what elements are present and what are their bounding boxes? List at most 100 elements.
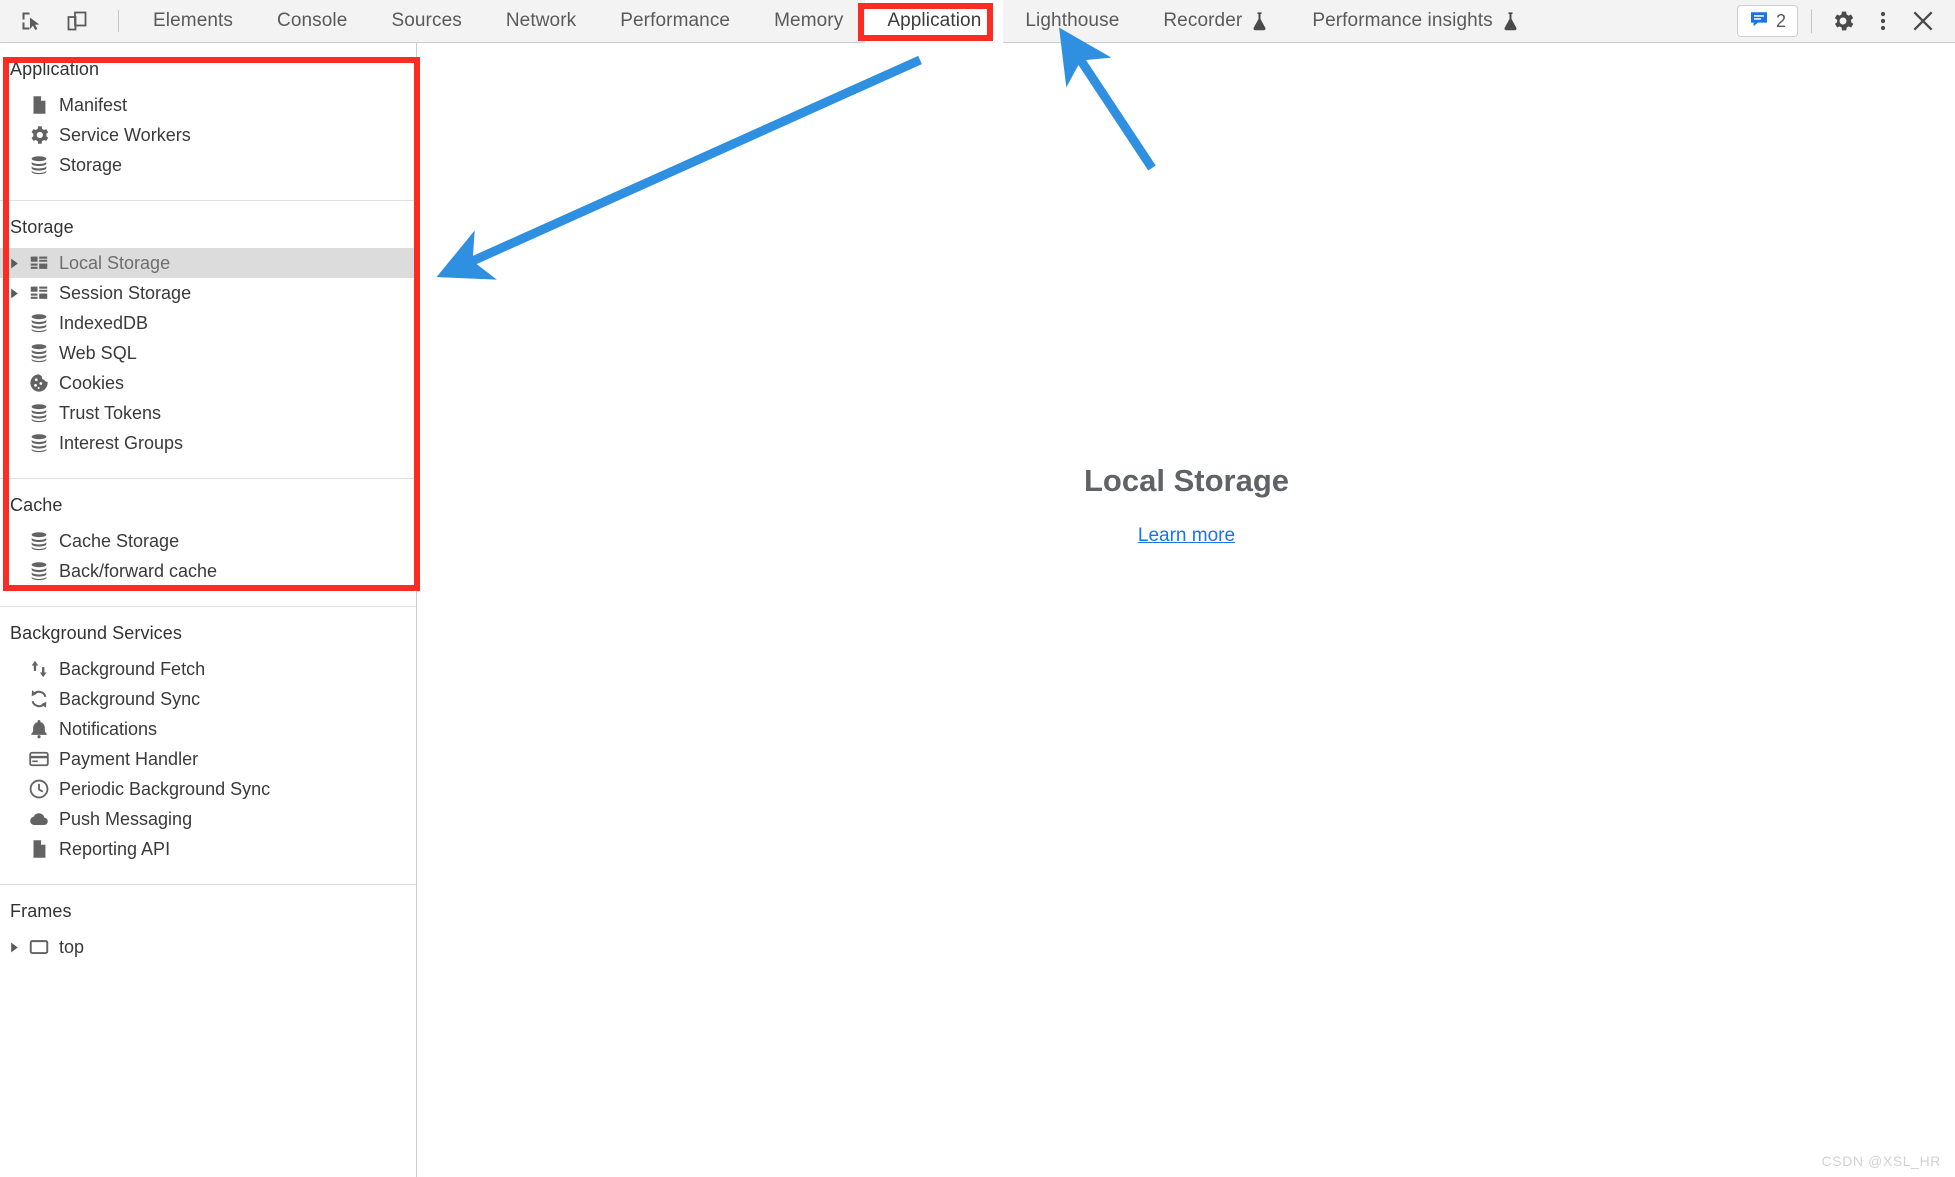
table-icon bbox=[28, 282, 50, 304]
tab-console[interactable]: Console bbox=[255, 0, 369, 43]
sidebar-item-label: Background Sync bbox=[59, 689, 201, 709]
page-title: Local Storage bbox=[1084, 463, 1289, 498]
sidebar-item-service-workers[interactable]: Service Workers bbox=[0, 120, 416, 150]
sidebar-item-indexeddb[interactable]: IndexedDB bbox=[0, 308, 416, 338]
tab-elements[interactable]: Elements bbox=[131, 0, 255, 43]
more-options-icon[interactable] bbox=[1865, 3, 1901, 39]
sidebar-item-web-sql[interactable]: Web SQL bbox=[0, 338, 416, 368]
updown-arrows-icon bbox=[28, 658, 50, 680]
sidebar-section-application: Application Manifest Service Workers Stora… bbox=[0, 43, 416, 188]
sidebar-item-label: Cache Storage bbox=[59, 531, 180, 551]
toolbar-divider bbox=[118, 10, 119, 32]
sidebar-item-label: Back/forward cache bbox=[59, 561, 218, 581]
database-icon bbox=[28, 312, 50, 334]
application-sidebar[interactable]: Application Manifest Service Workers Stora… bbox=[0, 43, 417, 1177]
sidebar-item-local-storage[interactable]: Local Storage bbox=[0, 248, 416, 278]
sidebar-item-trust-tokens[interactable]: Trust Tokens bbox=[0, 398, 416, 428]
sidebar-section-frames: Frames top bbox=[0, 885, 416, 970]
sidebar-item-label: Periodic Background Sync bbox=[59, 779, 271, 799]
sidebar-item-manifest[interactable]: Manifest bbox=[0, 90, 416, 120]
sidebar-item-push-messaging[interactable]: Push Messaging bbox=[0, 804, 416, 834]
sidebar-item-label: Reporting API bbox=[59, 839, 171, 859]
sidebar-item-storage[interactable]: Storage bbox=[0, 150, 416, 180]
tab-application[interactable]: Application bbox=[865, 0, 1004, 43]
document-icon bbox=[28, 94, 50, 116]
issues-badge[interactable]: 2 bbox=[1736, 5, 1798, 37]
section-title: Storage bbox=[10, 217, 74, 237]
toolbar-left-icons bbox=[0, 4, 131, 38]
cookie-icon bbox=[28, 372, 50, 394]
database-icon bbox=[28, 342, 50, 364]
gear-icon[interactable] bbox=[1825, 3, 1861, 39]
tab-label: Network bbox=[505, 10, 577, 31]
database-icon bbox=[28, 432, 50, 454]
expand-triangle-icon[interactable] bbox=[6, 939, 22, 955]
sidebar-item-label: Interest Groups bbox=[59, 433, 184, 453]
sidebar-item-background-sync[interactable]: Background Sync bbox=[0, 684, 416, 714]
database-icon bbox=[28, 530, 50, 552]
sidebar-item-label: IndexedDB bbox=[59, 313, 149, 333]
experimental-flask-icon bbox=[1502, 11, 1519, 31]
sidebar-item-cache-storage[interactable]: Cache Storage bbox=[0, 526, 416, 556]
issues-message-icon bbox=[1749, 9, 1769, 34]
tab-recorder[interactable]: Recorder bbox=[1141, 0, 1290, 43]
issues-count: 2 bbox=[1775, 10, 1786, 31]
sidebar-item-label: Web SQL bbox=[59, 343, 137, 363]
sidebar-item-notifications[interactable]: Notifications bbox=[0, 714, 416, 744]
watermark: CSDN @XSL_HR bbox=[1821, 1153, 1941, 1169]
sidebar-item-top[interactable]: top bbox=[0, 932, 416, 962]
devtools-toolbar: Elements Console Sources Network Performance… bbox=[0, 0, 1955, 43]
section-title: Background Services bbox=[10, 623, 182, 643]
sidebar-item-background-fetch[interactable]: Background Fetch bbox=[0, 654, 416, 684]
tab-label: Application bbox=[887, 10, 982, 31]
empty-state-view: Local Storage Learn more bbox=[418, 463, 1955, 547]
learn-more-link[interactable]: Learn more bbox=[1138, 525, 1235, 547]
sidebar-section-background-services: Background Services Background Fetch Back… bbox=[0, 607, 416, 872]
panel-tabs: Elements Console Sources Network Performance… bbox=[131, 0, 1541, 43]
sidebar-item-cookies[interactable]: Cookies bbox=[0, 368, 416, 398]
sidebar-item-label: Trust Tokens bbox=[59, 403, 162, 423]
tab-network[interactable]: Network bbox=[484, 0, 598, 43]
section-title: Frames bbox=[10, 901, 72, 921]
tab-label: Recorder bbox=[1163, 10, 1243, 31]
sidebar-item-interest-groups[interactable]: Interest Groups bbox=[0, 428, 416, 458]
tab-label: Console bbox=[277, 10, 348, 31]
sidebar-item-label: Background Fetch bbox=[59, 659, 206, 679]
sidebar-item-label: Manifest bbox=[59, 95, 128, 115]
sidebar-item-reporting-api[interactable]: Reporting API bbox=[0, 834, 416, 864]
table-icon bbox=[28, 252, 50, 274]
experimental-flask-icon bbox=[1251, 11, 1268, 31]
tab-performance-insights[interactable]: Performance insights bbox=[1290, 0, 1540, 43]
expand-triangle-icon[interactable] bbox=[6, 285, 22, 301]
expand-triangle-icon[interactable] bbox=[6, 255, 22, 271]
tab-sources[interactable]: Sources bbox=[369, 0, 483, 43]
sidebar-item-payment-handler[interactable]: Payment Handler bbox=[0, 744, 416, 774]
tab-lighthouse[interactable]: Lighthouse bbox=[1003, 0, 1141, 43]
inspect-element-icon[interactable] bbox=[14, 4, 48, 38]
sidebar-item-label: Notifications bbox=[59, 719, 158, 739]
clock-icon bbox=[28, 778, 50, 800]
gear-icon bbox=[28, 124, 50, 146]
tab-label: Performance bbox=[620, 10, 731, 31]
sidebar-item-label: Session Storage bbox=[59, 283, 192, 303]
close-icon[interactable] bbox=[1905, 3, 1941, 39]
sidebar-item-back-forward-cache[interactable]: Back/forward cache bbox=[0, 556, 416, 586]
device-toolbar-icon[interactable] bbox=[60, 4, 94, 38]
sidebar-item-session-storage[interactable]: Session Storage bbox=[0, 278, 416, 308]
toolbar-right-actions: 2 bbox=[1736, 3, 1955, 39]
sidebar-section-storage: Storage Local Storage Session Storage In… bbox=[0, 201, 416, 466]
sidebar-item-label: Storage bbox=[59, 155, 123, 175]
sync-icon bbox=[28, 688, 50, 710]
main-panel: Local Storage Learn more bbox=[418, 43, 1955, 1177]
sidebar-item-periodic-background-sync[interactable]: Periodic Background Sync bbox=[0, 774, 416, 804]
cloud-icon bbox=[28, 808, 50, 830]
document-icon bbox=[28, 838, 50, 860]
sidebar-item-label: Push Messaging bbox=[59, 809, 193, 829]
credit-card-icon bbox=[28, 748, 50, 770]
tab-performance[interactable]: Performance bbox=[598, 0, 752, 43]
tab-memory[interactable]: Memory bbox=[752, 0, 865, 43]
sidebar-section-cache: Cache Cache Storage Back/forward cache bbox=[0, 479, 416, 594]
